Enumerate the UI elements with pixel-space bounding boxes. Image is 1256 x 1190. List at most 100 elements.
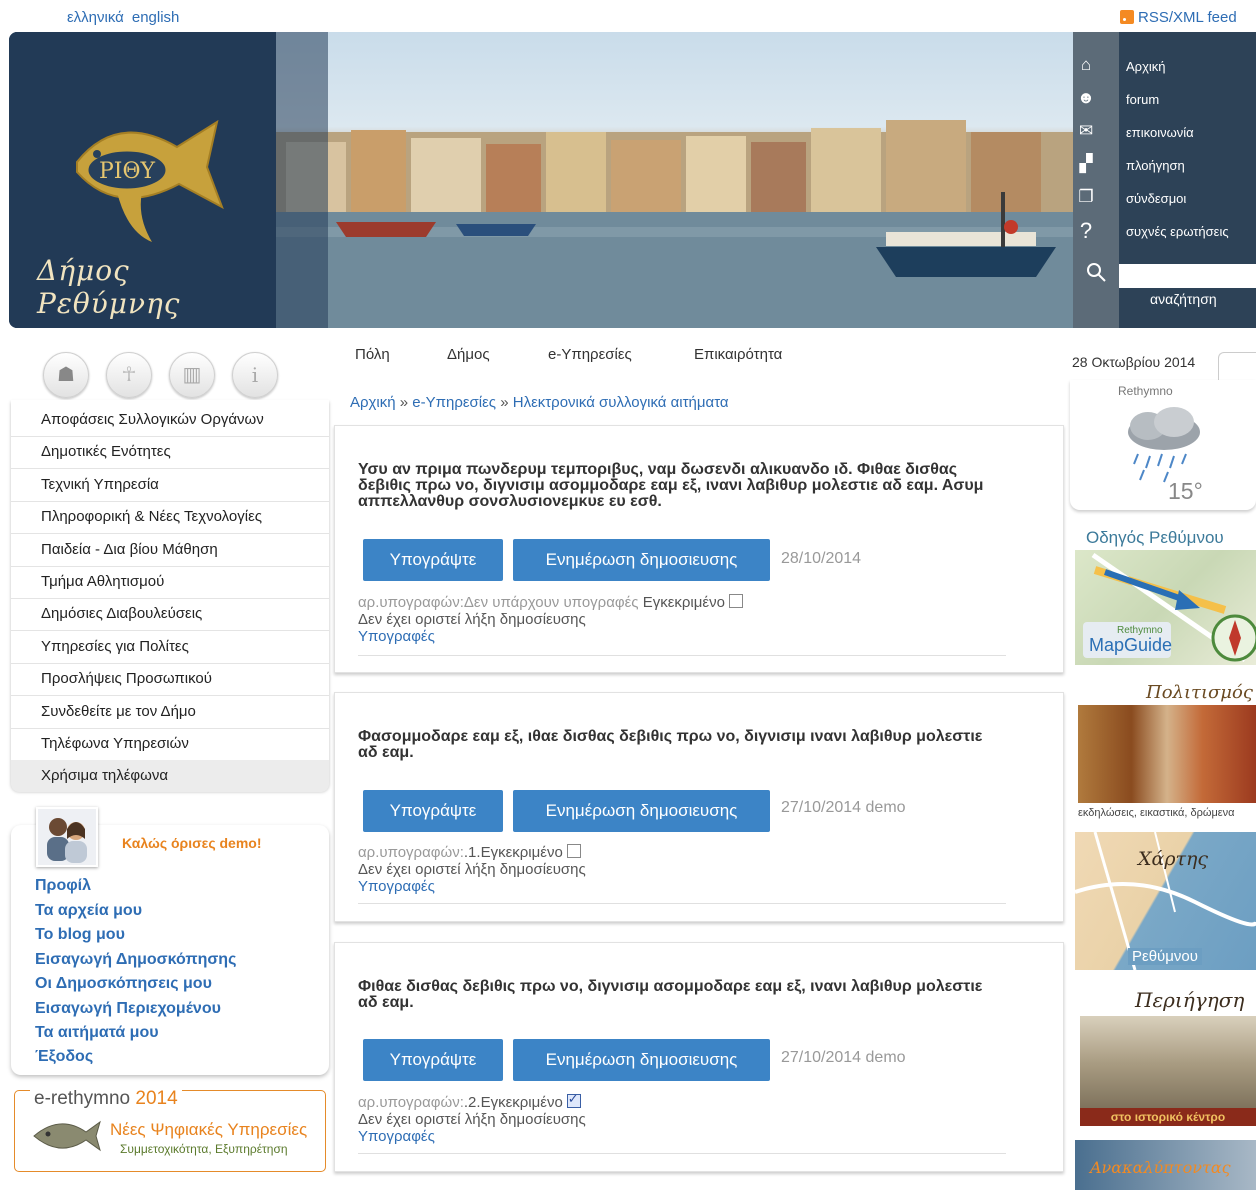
signatures-link[interactable]: Υπογραφές [358,878,435,895]
sign-button[interactable]: Υπογράψτε [363,790,503,832]
approved-checkbox[interactable] [566,844,581,858]
search-icon[interactable] [1086,262,1108,284]
expiry-text: Δεν έχει οριστεί λήξη δημοσίευσης [358,861,586,878]
add-content-link[interactable]: Εισαγωγή Περιεχομένου [35,1000,221,1018]
sign-button[interactable]: Υπογράψτε [363,1039,503,1081]
culture-banner[interactable] [1078,705,1256,803]
signatures-link[interactable]: Υπογραφές [358,628,435,645]
language-greek-link[interactable]: ελληνικά [67,9,124,26]
left-menu-item[interactable]: Τεχνική Υπηρεσία [11,469,329,502]
nav-e-services[interactable]: e-Υπηρεσίες [548,346,632,363]
site-header: ΡΙΘΥ Δήμος Ρεθύμνης [9,32,1256,328]
petition-meta: αρ.υπογραφών:.2.Εγκεκριμένο Δεν έχει ορι… [358,1090,586,1145]
promo-line-1: Νέες Ψηφιακές Υπηρεσίες [110,1120,308,1139]
old-town-photo[interactable] [1080,1016,1256,1110]
left-menu-item[interactable]: Τμήμα Αθλητισμού [11,566,329,599]
signatures-link[interactable]: Υπογραφές [358,1128,435,1145]
left-menu-item[interactable]: Δημόσιες Διαβουλεύσεις [11,598,329,631]
forum-icon: ☻ [1077,88,1095,107]
nav-news[interactable]: Επικαιρότητα [694,346,782,363]
left-menu-label: Πληροφορική & Νέες Τεχνολογίες [41,508,262,525]
fish-emblem-icon: ΡΙΘΥ [76,119,224,242]
nav-city[interactable]: Πόλη [355,346,390,363]
header-menu-links[interactable]: σύνδεσμοι [1126,191,1186,206]
site-logo[interactable]: ΡΙΘΥ Δήμος Ρεθύμνης [9,32,276,328]
petition-meta: αρ.υπογραφών:.1.Εγκεκριμένο Δεν έχει ορι… [358,844,586,895]
left-menu-item[interactable]: Πληροφορική & Νέες Τεχνολογίες [11,501,329,534]
approved-checkbox[interactable] [566,1090,581,1108]
logout-link[interactable]: Έξοδος [35,1048,93,1066]
left-menu-item[interactable]: Τηλέφωνα Υπηρεσιών [11,728,329,761]
signature-count: Δεν υπάρχουν υπογραφές [463,594,639,611]
business-icon[interactable]: ▥ [169,352,215,398]
left-menu-item[interactable]: Αποφάσεις Συλλογικών Οργάνων [11,404,329,437]
left-menu-item[interactable]: Παιδεία - Δια βίου Μάθηση [11,534,329,567]
language-english-link[interactable]: english [132,9,180,26]
left-menu-label: Αποφάσεις Συλλογικών Οργάνων [41,411,264,428]
signature-count: .1. [463,844,481,861]
approved-checkbox[interactable] [728,594,743,608]
update-publication-button[interactable]: Ενημέρωση δημοσιευσης [513,539,770,581]
left-menu-item[interactable]: Χρήσιμα τηλέφωνα [11,760,329,792]
left-menu-label: Χρήσιμα τηλέφωνα [41,767,169,784]
left-menu-item[interactable]: Υπηρεσίες για Πολίτες [11,631,329,664]
header-menu-faq[interactable]: συχνές ερωτήσεις [1126,224,1229,239]
approved-label: Εγκεκριμένο [480,844,563,861]
weather-city: Rethymno [1118,384,1173,398]
promo-title-b: 2014 [135,1088,178,1109]
search-input[interactable] [1119,264,1256,288]
tour-title[interactable]: Περιήγηση [1135,988,1244,1012]
left-menu-item[interactable]: Συνδεθείτε με τον Δήμο [11,696,329,729]
faq-icon: ? [1079,218,1093,243]
profile-link[interactable]: Προφίλ [35,877,91,895]
header-menu-navigation[interactable]: πλοήγηση [1126,158,1185,173]
sitemap-icon: ▞ [1079,154,1093,173]
left-menu-item[interactable]: Προσλήψεις Προσωπικού [11,663,329,696]
my-blog-link[interactable]: Το blog μου [35,926,125,944]
guide-title[interactable]: Οδηγός Ρεθύμνου [1086,528,1224,548]
update-publication-button[interactable]: Ενημέρωση δημοσιευσης [513,1039,770,1081]
divider [358,655,1006,656]
header-menu-forum[interactable]: forum [1126,92,1159,107]
breadcrumb: Αρχική » e-Υπηρεσίες » Ηλεκτρονικά συλλο… [350,394,729,411]
sign-button[interactable]: Υπογράψτε [363,539,503,581]
add-poll-link[interactable]: Εισαγωγή Δημοσκόπησης [35,951,236,969]
weather-temperature: 15° [1168,478,1203,504]
e-rethymno-title: e-rethymno 2014 [30,1088,182,1110]
rain-cloud-icon [1128,407,1200,483]
my-requests-link[interactable]: Τα αιτήματά μου [35,1024,159,1042]
breadcrumb-section[interactable]: e-Υπηρεσίες [412,394,496,411]
left-menu-item[interactable]: Δημοτικές Ενότητες [11,436,329,469]
breadcrumb-sep: » [399,394,409,411]
search-button[interactable]: αναζήτηση [1150,291,1217,307]
breadcrumb-current[interactable]: Ηλεκτρονικά συλλογικά αιτήματα [513,394,729,411]
rss-icon [1120,10,1134,24]
nav-municipality[interactable]: Δήμος [447,346,490,363]
logo-emblem-text: ΡΙΘΥ [99,159,156,184]
visitor-icon[interactable]: ☥ [106,352,152,398]
header-menu-home[interactable]: Αρχική [1126,59,1166,74]
left-menu-label: Τεχνική Υπηρεσία [41,476,159,493]
citizen-icon[interactable]: ☗ [43,352,89,398]
maps-title: Χάρτης [1138,848,1209,870]
language-switcher: ελληνικά english [67,9,187,26]
breadcrumb-home[interactable]: Αρχική [350,394,396,411]
mapguide-banner[interactable]: Rethymno MapGuide [1075,550,1256,665]
users-icon [47,818,87,863]
rss-feed-link[interactable]: RSS/XML feed [1120,9,1237,26]
municipality-name: Δήμος Ρεθύμνης [37,254,181,320]
maps-caption: Ρεθύμνου [1128,948,1202,965]
approved-label: Εγκεκριμένο [642,594,725,611]
left-menu-label: Τηλέφωνα Υπηρεσιών [41,735,189,752]
culture-title[interactable]: Πολιτισμός [1146,682,1253,703]
left-menu-label: Προσλήψεις Προσωπικού [41,670,212,687]
my-files-link[interactable]: Τα αρχεία μου [35,902,142,920]
petition-title: Φιθαε δισθας δεβιθις πρω νο, διγνισιμ ασ… [358,978,983,1011]
left-menu-label: Δημοτικές Ενότητες [41,443,171,460]
my-polls-link[interactable]: Οι Δημοσκόπησεις μου [35,975,212,993]
update-publication-button[interactable]: Ενημέρωση δημοσιευσης [513,790,770,832]
info-icon[interactable]: i [232,352,278,398]
header-menu-contact[interactable]: επικοινωνία [1126,125,1194,140]
harbour-photo [276,32,1073,328]
left-menu-label: Συνδεθείτε με τον Δήμο [41,703,196,720]
